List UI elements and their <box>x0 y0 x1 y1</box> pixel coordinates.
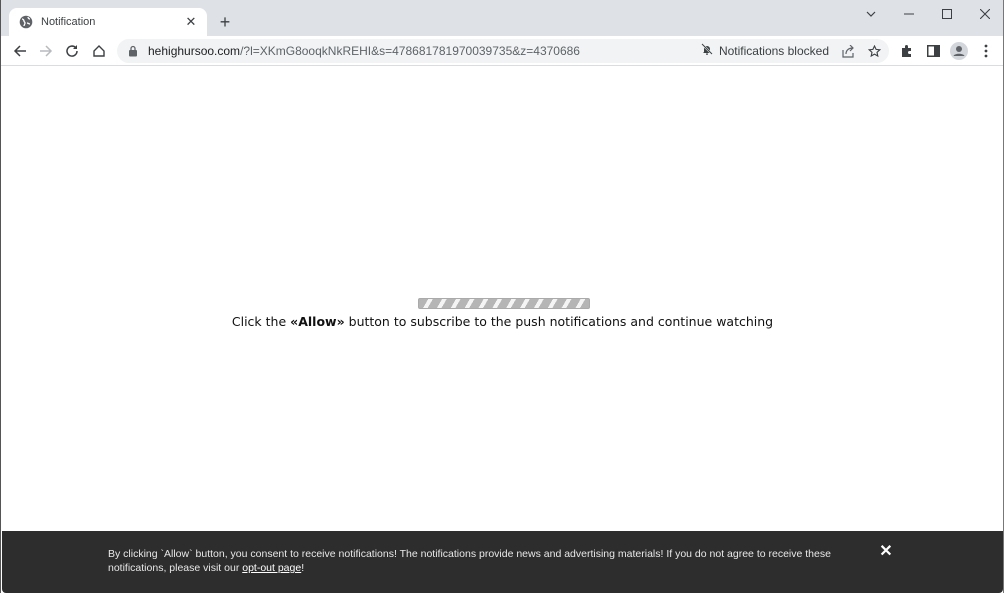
browser-window: Notification ✕ + hehighursoo.com/?l=XKmG… <box>0 0 1004 593</box>
menu-icon[interactable] <box>975 40 997 62</box>
extensions-icon[interactable] <box>896 40 918 62</box>
home-icon[interactable] <box>88 40 110 62</box>
message-text: Click the <box>231 314 291 329</box>
banner-message-end: ! <box>301 562 305 574</box>
message-allow-emphasis: «Allow» <box>290 314 345 329</box>
forward-icon[interactable] <box>35 40 57 62</box>
share-icon[interactable] <box>837 40 859 62</box>
consent-banner: By clicking `Allow` button, you consent … <box>2 531 1003 593</box>
profile-icon[interactable] <box>948 40 970 62</box>
tab-strip: Notification ✕ + <box>1 0 1003 36</box>
tab-search-icon[interactable] <box>859 4 883 24</box>
banner-message: By clicking `Allow` button, you consent … <box>108 548 831 574</box>
banner-close-icon[interactable]: ✕ <box>878 543 894 560</box>
banner-text: By clicking `Allow` button, you consent … <box>108 547 858 575</box>
reload-icon[interactable] <box>61 40 83 62</box>
url-path: /?l=XKmG8ooqkNkREHI&s=478681781970039735… <box>240 44 580 58</box>
tab-notification[interactable]: Notification ✕ <box>9 8 207 36</box>
notifications-blocked-chip[interactable]: Notifications blocked <box>701 42 829 60</box>
url-text[interactable]: hehighursoo.com/?l=XKmG8ooqkNkREHI&s=478… <box>148 44 701 58</box>
bell-off-icon <box>701 42 713 60</box>
url-host: hehighursoo.com <box>148 44 241 58</box>
lock-icon[interactable] <box>127 45 139 57</box>
close-icon[interactable]: ✕ <box>183 14 199 30</box>
page-content: Click the «Allow» button to subscribe to… <box>2 67 1003 593</box>
minimize-icon[interactable] <box>897 4 921 24</box>
loading-bar <box>418 298 590 309</box>
side-panel-icon[interactable] <box>922 40 944 62</box>
message-text-end: button to subscribe to the push notifica… <box>344 314 774 329</box>
maximize-icon[interactable] <box>935 4 959 24</box>
opt-out-link[interactable]: opt-out page <box>242 562 301 574</box>
toolbar: hehighursoo.com/?l=XKmG8ooqkNkREHI&s=478… <box>1 36 1003 66</box>
plus-icon[interactable]: + <box>215 12 235 32</box>
address-bar[interactable]: hehighursoo.com/?l=XKmG8ooqkNkREHI&s=478… <box>117 39 889 63</box>
allow-instruction: Click the «Allow» button to subscribe to… <box>2 314 1003 329</box>
back-icon[interactable] <box>9 40 31 62</box>
globe-icon <box>19 15 33 29</box>
close-window-icon[interactable] <box>973 4 997 24</box>
notifications-blocked-label: Notifications blocked <box>718 44 829 58</box>
star-icon[interactable] <box>863 40 885 62</box>
tab-title: Notification <box>41 16 96 28</box>
